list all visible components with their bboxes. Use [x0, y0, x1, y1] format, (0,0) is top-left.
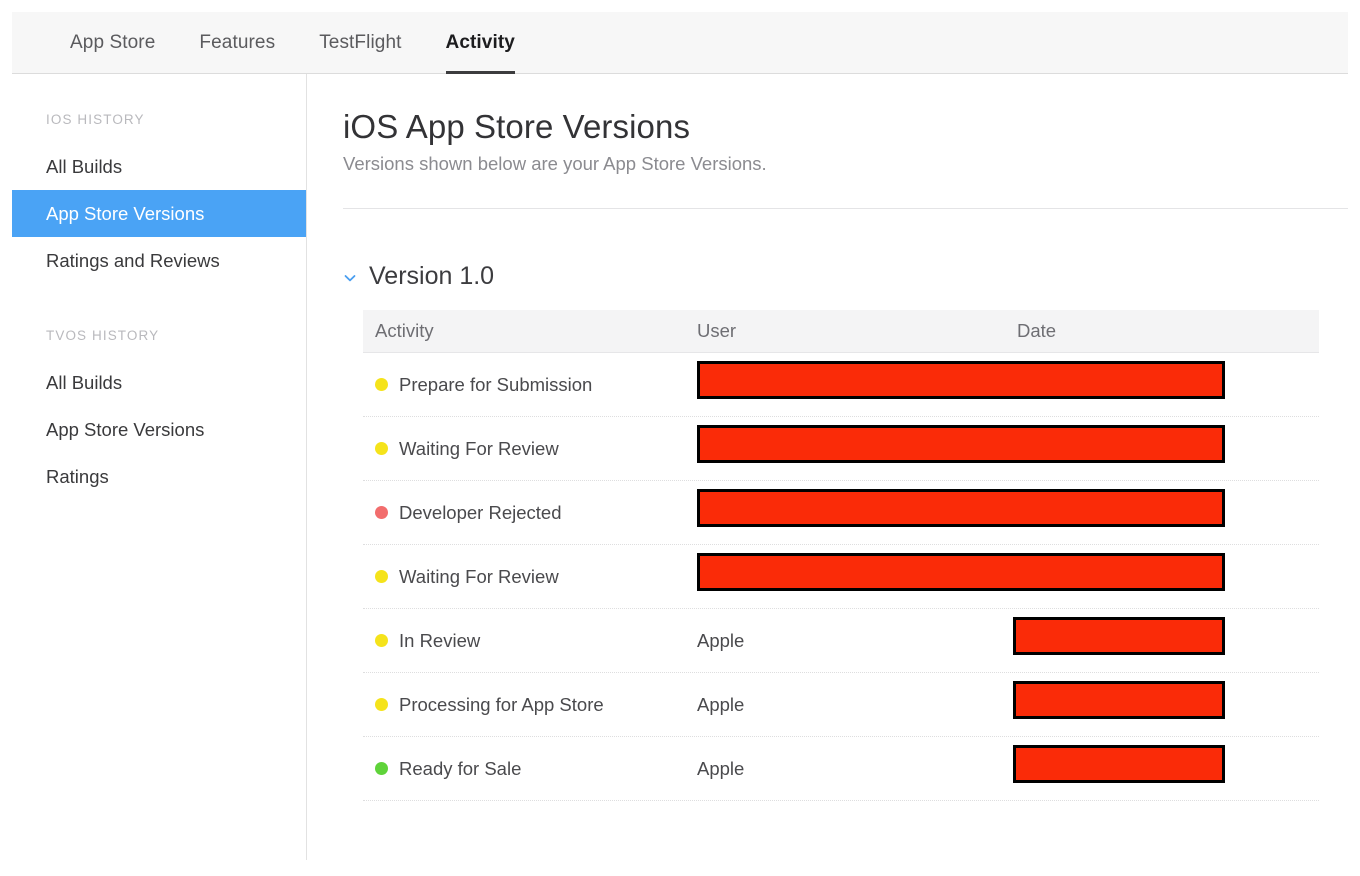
sidebar-group-title: tvOS HISTORY: [12, 328, 306, 343]
sidebar-item-label: All Builds: [46, 372, 122, 394]
activity-label: Waiting For Review: [399, 438, 559, 460]
sidebar-item-label: All Builds: [46, 156, 122, 178]
table-body: Prepare for Submission Waiting For Review…: [363, 353, 1319, 801]
sidebar-item-label: Ratings: [46, 466, 109, 488]
sidebar-nav: iOS HISTORY All Builds App Store Versions R…: [12, 112, 306, 500]
cell-activity: Waiting For Review: [363, 438, 697, 460]
table-row[interactable]: In Review Apple: [363, 609, 1319, 673]
page-title: iOS App Store Versions: [343, 108, 690, 146]
version-label: Version 1.0: [369, 262, 494, 291]
sidebar-item-all-builds[interactable]: All Builds: [12, 359, 306, 406]
redaction-bar: [697, 425, 1225, 463]
redaction-bar: [697, 361, 1225, 399]
status-dot-yellow-icon: [375, 378, 388, 391]
cell-activity: In Review: [363, 630, 697, 652]
table-header-row: Activity User Date: [363, 310, 1319, 353]
redaction-bar: [1013, 617, 1225, 655]
redaction-bar: [1013, 681, 1225, 719]
cell-user: Apple: [697, 630, 1017, 652]
table-row[interactable]: Developer Rejected: [363, 481, 1319, 545]
tab-features[interactable]: Features: [177, 12, 297, 74]
cell-activity: Processing for App Store: [363, 694, 697, 716]
sidebar-item-app-store-versions[interactable]: App Store Versions: [12, 406, 306, 453]
sidebar-item-ratings[interactable]: Ratings: [12, 453, 306, 500]
status-dot-yellow-icon: [375, 698, 388, 711]
top-tab-bar: App StoreFeaturesTestFlightActivity: [12, 12, 1348, 74]
column-header-date: Date: [1017, 320, 1307, 342]
sidebar-group-title: iOS HISTORY: [12, 112, 306, 127]
sidebar: iOS HISTORY All Builds App Store Versions R…: [12, 74, 307, 860]
cell-activity: Ready for Sale: [363, 758, 697, 780]
cell-user: Apple: [697, 758, 1017, 780]
sidebar-item-label: Ratings and Reviews: [46, 250, 220, 272]
redaction-bar: [697, 489, 1225, 527]
status-dot-yellow-icon: [375, 634, 388, 647]
status-dot-yellow-icon: [375, 442, 388, 455]
activity-label: In Review: [399, 630, 480, 652]
sidebar-item-label: App Store Versions: [46, 419, 204, 441]
redaction-bar: [697, 553, 1225, 591]
main-content: iOS App Store Versions Versions shown be…: [307, 74, 1348, 860]
column-header-user: User: [697, 320, 1017, 342]
tab-activity[interactable]: Activity: [424, 12, 537, 74]
cell-activity: Prepare for Submission: [363, 374, 697, 396]
column-header-activity: Activity: [363, 320, 697, 342]
activity-label: Prepare for Submission: [399, 374, 592, 396]
redaction-bar: [1013, 745, 1225, 783]
sidebar-item-app-store-versions[interactable]: App Store Versions: [12, 190, 306, 237]
table-row[interactable]: Waiting For Review: [363, 417, 1319, 481]
app-page: App StoreFeaturesTestFlightActivity iOS …: [0, 0, 1360, 876]
page-subtitle: Versions shown below are your App Store …: [343, 153, 767, 175]
chevron-down-icon[interactable]: [343, 271, 357, 285]
cell-activity: Waiting For Review: [363, 566, 697, 588]
status-dot-yellow-icon: [375, 570, 388, 583]
activity-label: Ready for Sale: [399, 758, 521, 780]
activity-label: Developer Rejected: [399, 502, 561, 524]
table-row[interactable]: Ready for Sale Apple: [363, 737, 1319, 801]
status-dot-red-icon: [375, 506, 388, 519]
sidebar-item-all-builds[interactable]: All Builds: [12, 143, 306, 190]
cell-activity: Developer Rejected: [363, 502, 697, 524]
status-dot-green-icon: [375, 762, 388, 775]
activity-table: Activity User Date Prepare for Submissio…: [363, 310, 1319, 801]
table-row[interactable]: Prepare for Submission: [363, 353, 1319, 417]
tab-list: App StoreFeaturesTestFlightActivity: [48, 12, 537, 74]
table-row[interactable]: Processing for App Store Apple: [363, 673, 1319, 737]
tab-testflight[interactable]: TestFlight: [297, 12, 423, 74]
sidebar-item-label: App Store Versions: [46, 203, 204, 225]
activity-label: Processing for App Store: [399, 694, 604, 716]
activity-label: Waiting For Review: [399, 566, 559, 588]
content-divider: [343, 208, 1348, 209]
table-row[interactable]: Waiting For Review: [363, 545, 1319, 609]
tab-app-store[interactable]: App Store: [48, 12, 177, 74]
cell-user: Apple: [697, 694, 1017, 716]
sidebar-item-ratings-and-reviews[interactable]: Ratings and Reviews: [12, 237, 306, 284]
version-section-header[interactable]: Version 1.0: [343, 262, 494, 291]
